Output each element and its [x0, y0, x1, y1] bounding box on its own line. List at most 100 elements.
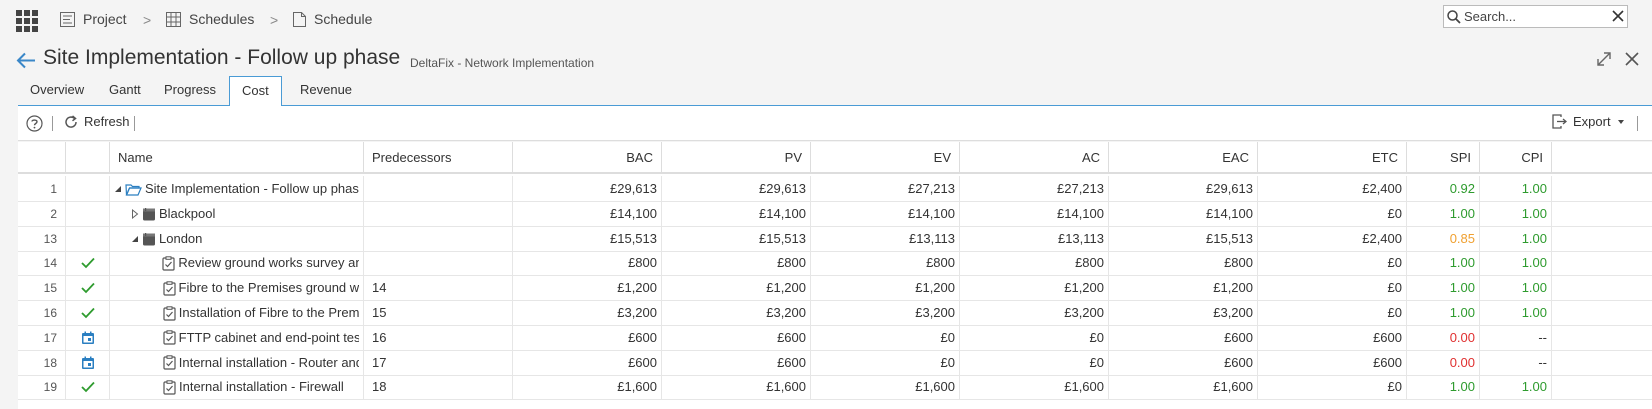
- column-header-name[interactable]: Name: [110, 142, 364, 174]
- export-button[interactable]: Export: [1552, 114, 1625, 129]
- task-icon: [163, 355, 176, 370]
- tab-cost[interactable]: Cost: [229, 76, 282, 107]
- table-row[interactable]: 19 Internal installation - Firewall 18 £1,6…: [18, 374, 1652, 401]
- task-name: Blackpool: [159, 205, 216, 221]
- cell-status: [66, 349, 110, 376]
- cell-bac: £1,200: [513, 275, 662, 302]
- tab-progress[interactable]: Progress: [152, 76, 228, 106]
- table-row[interactable]: 1 Site Implementation - Follow up phase £2…: [18, 176, 1652, 202]
- cell-pv: £600: [662, 349, 811, 376]
- table-row[interactable]: 16 Installation of Fibre to the Premi 15 £3…: [18, 300, 1652, 326]
- cell-etc: £2,400: [1258, 176, 1407, 202]
- table-row[interactable]: 2 Blackpool £14,100 £14,100 £14,100 £14,100 £1…: [18, 200, 1652, 227]
- breadcrumb-project[interactable]: Project: [60, 11, 127, 27]
- cell-ac: £1,600: [960, 374, 1109, 401]
- cell-pv: £1,200: [662, 275, 811, 302]
- collapsed-triangle-icon[interactable]: [131, 208, 139, 219]
- column-header-eac[interactable]: EAC: [1109, 142, 1258, 174]
- column-header-ev[interactable]: EV: [811, 142, 960, 174]
- task-icon: [162, 256, 175, 271]
- column-header-cpi[interactable]: CPI: [1480, 142, 1552, 174]
- breadcrumb-schedule[interactable]: Schedule: [293, 11, 372, 27]
- cell-ev: £14,100: [811, 200, 960, 227]
- expanded-triangle-icon[interactable]: [131, 235, 139, 243]
- cell-name[interactable]: FTTP cabinet and end-point test: [110, 324, 364, 351]
- toolbar-divider: [134, 116, 135, 131]
- apps-grid-icon[interactable]: [16, 10, 38, 32]
- cell-predecessors: [364, 250, 513, 277]
- cell-status: [66, 225, 110, 252]
- cell-bac: £14,100: [513, 200, 662, 227]
- column-header-spi[interactable]: SPI: [1407, 142, 1480, 174]
- table-row[interactable]: 17 FTTP cabinet and end-point test 16 £600 £…: [18, 324, 1652, 351]
- column-header-predecessors[interactable]: Predecessors: [364, 142, 513, 174]
- cell-cpi: --: [1480, 349, 1552, 376]
- breadcrumb-separator: >: [143, 12, 152, 28]
- cell-pv: £29,613: [662, 176, 811, 202]
- column-header-etc[interactable]: ETC: [1258, 142, 1407, 174]
- cell-etc: £600: [1258, 324, 1407, 351]
- clear-search-icon[interactable]: [1611, 9, 1625, 23]
- cell-spi: 1.00: [1407, 374, 1480, 401]
- tab-revenue[interactable]: Revenue: [288, 76, 364, 106]
- caret-down-icon: [1617, 119, 1624, 124]
- close-icon[interactable]: [1624, 51, 1640, 67]
- package-icon: [142, 207, 156, 221]
- cell-etc: £0: [1258, 300, 1407, 326]
- tab-overview[interactable]: Overview: [18, 76, 96, 106]
- cell-spi: 0.85: [1407, 225, 1480, 252]
- cell-spi: 1.00: [1407, 200, 1480, 227]
- export-label: Export: [1573, 114, 1611, 129]
- table-row[interactable]: 15 Fibre to the Premises ground wo 14 £1,20…: [18, 275, 1652, 302]
- top-bar: Project > Schedules > Schedule: [0, 0, 1652, 40]
- expand-icon[interactable]: [1596, 51, 1612, 67]
- cell-ac: £0: [960, 324, 1109, 351]
- cell-bac: £1,600: [513, 374, 662, 401]
- column-header-status[interactable]: [66, 142, 110, 174]
- breadcrumb-label: Schedules: [189, 11, 255, 27]
- task-icon: [163, 305, 176, 321]
- cell-status: [66, 275, 110, 302]
- cell-name[interactable]: Installation of Fibre to the Premi: [110, 300, 364, 326]
- check-icon: [80, 257, 95, 269]
- table-row[interactable]: 14 Review ground works survey and £800 £800…: [18, 250, 1652, 277]
- table-row[interactable]: 18 Internal installation - Router and 17 £6…: [18, 349, 1652, 376]
- table-row[interactable]: 13 London £15,513 £15,513 £13,113 £13,113 £15,…: [18, 225, 1652, 252]
- search-icon: [1447, 10, 1461, 24]
- cell-name[interactable]: London: [110, 225, 364, 252]
- refresh-button[interactable]: Refresh: [64, 114, 130, 129]
- cell-status: [66, 200, 110, 227]
- task-name: Fibre to the Premises ground wo: [178, 280, 359, 296]
- cell-cpi: --: [1480, 324, 1552, 351]
- tab-gantt[interactable]: Gantt: [97, 76, 153, 106]
- column-header-bac[interactable]: BAC: [513, 142, 662, 174]
- export-icon: [1552, 114, 1567, 129]
- cell-cpi: 1.00: [1480, 200, 1552, 227]
- breadcrumb-label: Schedule: [314, 11, 373, 27]
- cell-ev: £3,200: [811, 300, 960, 326]
- cell-name[interactable]: Blackpool: [110, 200, 364, 227]
- toolbar: Refresh Export: [18, 106, 1652, 141]
- refresh-label: Refresh: [84, 114, 130, 129]
- cell-etc: £0: [1258, 250, 1407, 277]
- cell-name[interactable]: Site Implementation - Follow up phase: [110, 176, 364, 202]
- cell-name[interactable]: Fibre to the Premises ground wo: [110, 275, 364, 302]
- task-name: London: [159, 230, 203, 246]
- cell-name[interactable]: Internal installation - Firewall: [110, 374, 364, 401]
- search-input[interactable]: [1464, 8, 1609, 25]
- cell-ac: £3,200: [960, 300, 1109, 326]
- task-name: Review ground works survey and: [178, 255, 359, 271]
- cell-ac: £800: [960, 250, 1109, 277]
- breadcrumb-schedules[interactable]: Schedules: [166, 11, 254, 27]
- help-icon[interactable]: [26, 115, 43, 132]
- cell-predecessors: [364, 176, 513, 202]
- cell-predecessors: 16: [364, 324, 513, 351]
- column-header-ac[interactable]: AC: [960, 142, 1109, 174]
- cell-status: [66, 300, 110, 326]
- column-header-rownum[interactable]: [18, 142, 66, 174]
- cell-name[interactable]: Internal installation - Router and: [110, 349, 364, 376]
- expanded-triangle-icon[interactable]: [114, 185, 122, 193]
- back-arrow-icon[interactable]: [16, 52, 36, 69]
- column-header-pv[interactable]: PV: [662, 142, 811, 174]
- cell-name[interactable]: Review ground works survey and: [110, 250, 364, 277]
